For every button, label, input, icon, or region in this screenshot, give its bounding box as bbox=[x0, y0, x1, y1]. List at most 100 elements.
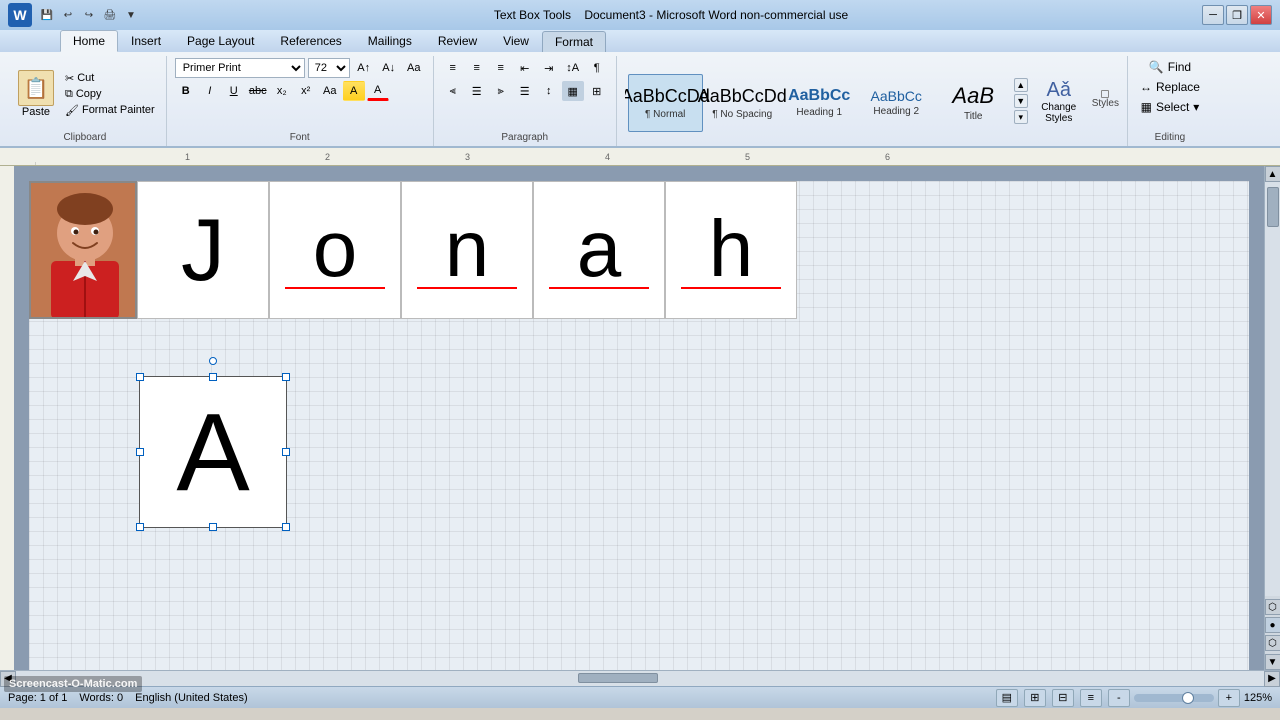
shading-button[interactable]: ▦ bbox=[562, 81, 584, 101]
find-button[interactable]: 🔍 Find bbox=[1145, 58, 1195, 76]
svg-text:5: 5 bbox=[745, 152, 750, 162]
next-page-button[interactable]: ⬡ bbox=[1265, 635, 1280, 651]
numbering-button[interactable]: ≡ bbox=[466, 58, 488, 78]
style-heading2[interactable]: AaBbCc Heading 2 bbox=[859, 74, 934, 132]
highlight-color-button[interactable]: A bbox=[343, 81, 365, 101]
select-browse-button[interactable]: ● bbox=[1265, 617, 1280, 633]
text-box-A[interactable]: A bbox=[139, 376, 287, 528]
print-layout-button[interactable]: ▤ bbox=[996, 689, 1018, 707]
styles-dialog-launcher[interactable] bbox=[1101, 90, 1109, 98]
canvas-area[interactable]: J o n a h bbox=[14, 166, 1264, 670]
scroll-up-button[interactable]: ▲ bbox=[1265, 166, 1280, 182]
style-heading1[interactable]: AaBbCc Heading 1 bbox=[782, 74, 857, 132]
line-spacing-button[interactable]: ↕ bbox=[538, 81, 560, 101]
h-scroll-track[interactable] bbox=[16, 671, 1264, 686]
bullets-button[interactable]: ≡ bbox=[442, 58, 464, 78]
strikethrough-button[interactable]: abc bbox=[247, 81, 269, 101]
tab-home[interactable]: Home bbox=[60, 30, 118, 52]
grow-font-button[interactable]: A↑ bbox=[353, 58, 375, 78]
more-button[interactable]: ▼ bbox=[122, 6, 140, 24]
handle-top-left[interactable] bbox=[136, 373, 144, 381]
bold-button[interactable]: B bbox=[175, 81, 197, 101]
handle-mid-right[interactable] bbox=[282, 448, 290, 456]
spell-check-n bbox=[417, 287, 517, 289]
replace-button[interactable]: ↔ Replace bbox=[1136, 78, 1204, 96]
increase-indent-button[interactable]: ⇥ bbox=[538, 58, 560, 78]
titlebar: W 💾 ↩ ↪ 🖨 ▼ Text Box Tools Document3 - M… bbox=[0, 0, 1280, 30]
font-color-button[interactable]: A bbox=[367, 81, 389, 101]
justify-button[interactable]: ☰ bbox=[514, 81, 536, 101]
shrink-font-button[interactable]: A↓ bbox=[378, 58, 400, 78]
multilevel-list-button[interactable]: ≡ bbox=[490, 58, 512, 78]
tab-mailings[interactable]: Mailings bbox=[355, 30, 425, 52]
web-layout-button[interactable]: ⊟ bbox=[1052, 689, 1074, 707]
font-size-select[interactable]: 72 bbox=[308, 58, 350, 78]
tab-page-layout[interactable]: Page Layout bbox=[174, 30, 267, 52]
sort-button[interactable]: ↕A bbox=[562, 58, 584, 78]
change-styles-button[interactable]: Aǎ Change Styles bbox=[1028, 75, 1090, 128]
svg-text:1: 1 bbox=[185, 152, 190, 162]
show-hide-button[interactable]: ¶ bbox=[586, 58, 608, 78]
copy-button[interactable]: ⧉ Copy bbox=[62, 87, 158, 102]
tab-view[interactable]: View bbox=[490, 30, 542, 52]
letter-tiles: J o n a h bbox=[137, 181, 797, 319]
left-ruler-svg bbox=[0, 166, 14, 670]
minimize-button[interactable]: ─ bbox=[1202, 5, 1224, 25]
redo-button[interactable]: ↪ bbox=[80, 6, 98, 24]
cut-button[interactable]: ✂ Cut bbox=[62, 71, 158, 86]
clear-format-button[interactable]: Aa bbox=[403, 58, 425, 78]
h-scroll-thumb[interactable] bbox=[578, 673, 658, 683]
outline-button[interactable]: ≡ bbox=[1080, 689, 1102, 707]
save-button[interactable]: 💾 bbox=[38, 6, 56, 24]
style-title[interactable]: AaB Title bbox=[936, 74, 1011, 132]
align-right-button[interactable]: ⫸ bbox=[490, 81, 512, 101]
style-scroll-up[interactable]: ▲ bbox=[1014, 78, 1028, 92]
restore-button[interactable]: ❐ bbox=[1226, 5, 1248, 25]
scroll-thumb[interactable] bbox=[1267, 187, 1279, 227]
scroll-track[interactable] bbox=[1265, 182, 1280, 596]
style-normal[interactable]: AaBbCcDd ¶ Normal bbox=[628, 74, 703, 132]
handle-top-right[interactable] bbox=[282, 373, 290, 381]
style-no-spacing[interactable]: AaBbCcDd ¶ No Spacing bbox=[705, 74, 780, 132]
handle-top-center[interactable] bbox=[209, 373, 217, 381]
handle-bot-left[interactable] bbox=[136, 523, 144, 531]
align-center-button[interactable]: ☰ bbox=[466, 81, 488, 101]
style-scroll-down[interactable]: ▼ bbox=[1014, 94, 1028, 108]
close-button[interactable]: ✕ bbox=[1250, 5, 1272, 25]
scroll-right-button[interactable]: ▶ bbox=[1264, 671, 1280, 687]
borders-button[interactable]: ⊞ bbox=[586, 81, 608, 101]
scroll-down-button[interactable]: ▼ bbox=[1265, 654, 1280, 670]
tab-insert[interactable]: Insert bbox=[118, 30, 174, 52]
underline-button[interactable]: U bbox=[223, 81, 245, 101]
tab-format[interactable]: Format bbox=[542, 31, 606, 52]
zoom-in-button[interactable]: + bbox=[1218, 689, 1240, 707]
zoom-slider[interactable] bbox=[1134, 694, 1214, 702]
prev-page-button[interactable]: ⬡ bbox=[1265, 599, 1280, 615]
print-button[interactable]: 🖨 bbox=[101, 6, 119, 24]
clipboard-group: 📋 Paste ✂ Cut ⧉ Copy 🖌 Format Painter Cl… bbox=[4, 56, 167, 146]
subscript-button[interactable]: x₂ bbox=[271, 81, 293, 101]
rotation-handle[interactable] bbox=[209, 357, 217, 365]
change-case-button[interactable]: Aa bbox=[319, 81, 341, 101]
undo-button[interactable]: ↩ bbox=[59, 6, 77, 24]
paste-button[interactable]: 📋 Paste bbox=[12, 68, 60, 120]
superscript-button[interactable]: x² bbox=[295, 81, 317, 101]
align-left-button[interactable]: ⫷ bbox=[442, 81, 464, 101]
decrease-indent-button[interactable]: ⇤ bbox=[514, 58, 536, 78]
handle-bot-center[interactable] bbox=[209, 523, 217, 531]
handle-mid-left[interactable] bbox=[136, 448, 144, 456]
font-name-select[interactable]: Primer Print bbox=[175, 58, 305, 78]
main-area: J o n a h bbox=[0, 166, 1280, 670]
change-styles-label: Change Styles bbox=[1034, 102, 1084, 124]
zoom-out-button[interactable]: - bbox=[1108, 689, 1130, 707]
tab-references[interactable]: References bbox=[267, 30, 354, 52]
style-scroll-expand[interactable]: ▾ bbox=[1014, 110, 1028, 124]
handle-bot-right[interactable] bbox=[282, 523, 290, 531]
font-group-label: Font bbox=[290, 130, 310, 144]
paragraph-group-label: Paragraph bbox=[501, 130, 548, 144]
select-button[interactable]: ▦ Select ▾ bbox=[1137, 98, 1204, 116]
tab-review[interactable]: Review bbox=[425, 30, 490, 52]
full-screen-button[interactable]: ⊞ bbox=[1024, 689, 1046, 707]
italic-button[interactable]: I bbox=[199, 81, 221, 101]
format-painter-button[interactable]: 🖌 Format Painter bbox=[62, 103, 158, 118]
